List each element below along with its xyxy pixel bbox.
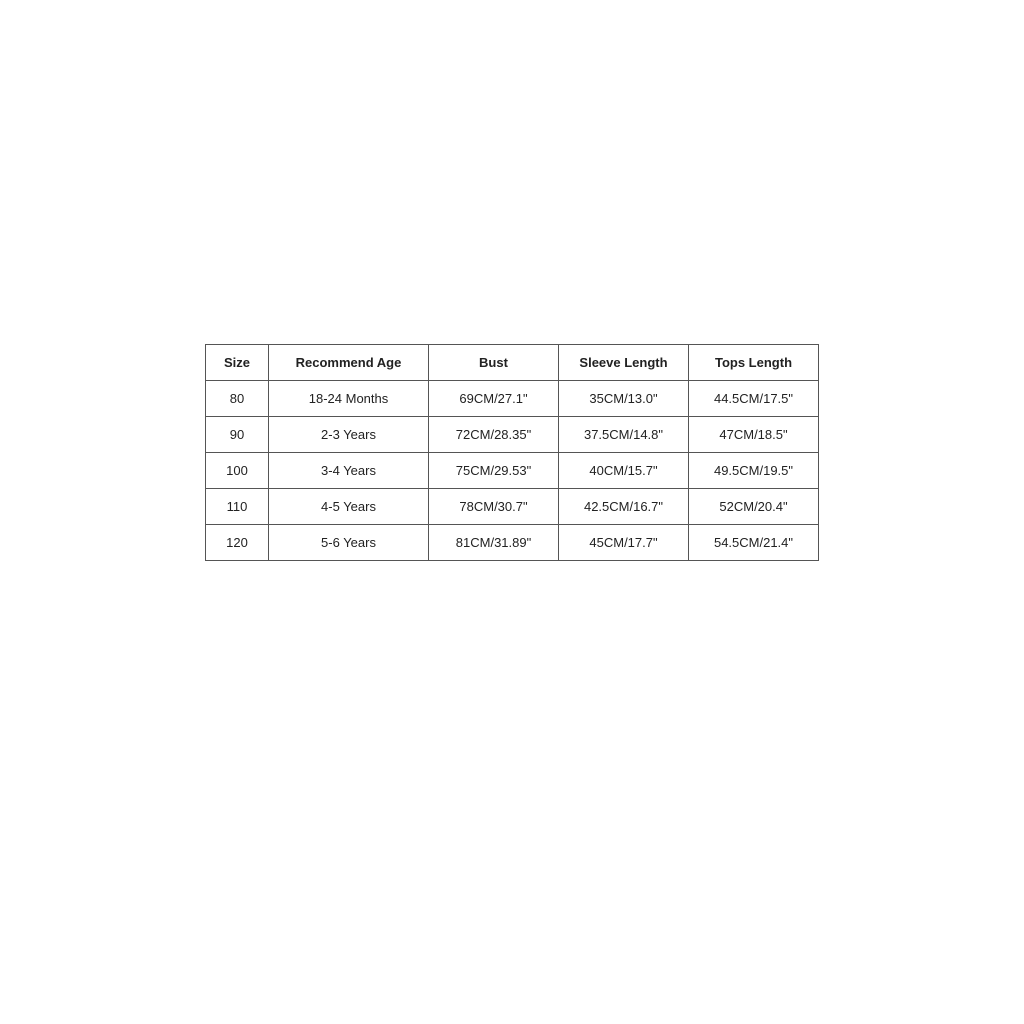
cell-sleeve-length: 35CM/13.0" (559, 380, 689, 416)
cell-size: 90 (205, 416, 268, 452)
cell-tops-length: 47CM/18.5" (689, 416, 819, 452)
cell-size: 120 (205, 524, 268, 560)
size-chart-container: Size Recommend Age Bust Sleeve Length To… (205, 344, 819, 561)
cell-recommend-age: 18-24 Months (269, 380, 429, 416)
cell-bust: 69CM/27.1" (429, 380, 559, 416)
cell-tops-length: 44.5CM/17.5" (689, 380, 819, 416)
header-recommend-age: Recommend Age (269, 344, 429, 380)
cell-recommend-age: 4-5 Years (269, 488, 429, 524)
header-tops-length: Tops Length (689, 344, 819, 380)
cell-recommend-age: 5-6 Years (269, 524, 429, 560)
table-header-row: Size Recommend Age Bust Sleeve Length To… (205, 344, 818, 380)
cell-sleeve-length: 42.5CM/16.7" (559, 488, 689, 524)
cell-tops-length: 52CM/20.4" (689, 488, 819, 524)
cell-size: 80 (205, 380, 268, 416)
cell-bust: 75CM/29.53" (429, 452, 559, 488)
header-bust: Bust (429, 344, 559, 380)
cell-sleeve-length: 37.5CM/14.8" (559, 416, 689, 452)
table-row: 1205-6 Years81CM/31.89"45CM/17.7"54.5CM/… (205, 524, 818, 560)
cell-recommend-age: 3-4 Years (269, 452, 429, 488)
cell-sleeve-length: 45CM/17.7" (559, 524, 689, 560)
table-row: 1003-4 Years75CM/29.53"40CM/15.7"49.5CM/… (205, 452, 818, 488)
cell-tops-length: 49.5CM/19.5" (689, 452, 819, 488)
cell-size: 110 (205, 488, 268, 524)
table-row: 902-3 Years72CM/28.35"37.5CM/14.8"47CM/1… (205, 416, 818, 452)
cell-bust: 78CM/30.7" (429, 488, 559, 524)
cell-bust: 72CM/28.35" (429, 416, 559, 452)
cell-recommend-age: 2-3 Years (269, 416, 429, 452)
cell-tops-length: 54.5CM/21.4" (689, 524, 819, 560)
cell-size: 100 (205, 452, 268, 488)
cell-bust: 81CM/31.89" (429, 524, 559, 560)
size-chart-table: Size Recommend Age Bust Sleeve Length To… (205, 344, 819, 561)
header-size: Size (205, 344, 268, 380)
table-row: 8018-24 Months69CM/27.1"35CM/13.0"44.5CM… (205, 380, 818, 416)
table-row: 1104-5 Years78CM/30.7"42.5CM/16.7"52CM/2… (205, 488, 818, 524)
header-sleeve-length: Sleeve Length (559, 344, 689, 380)
cell-sleeve-length: 40CM/15.7" (559, 452, 689, 488)
